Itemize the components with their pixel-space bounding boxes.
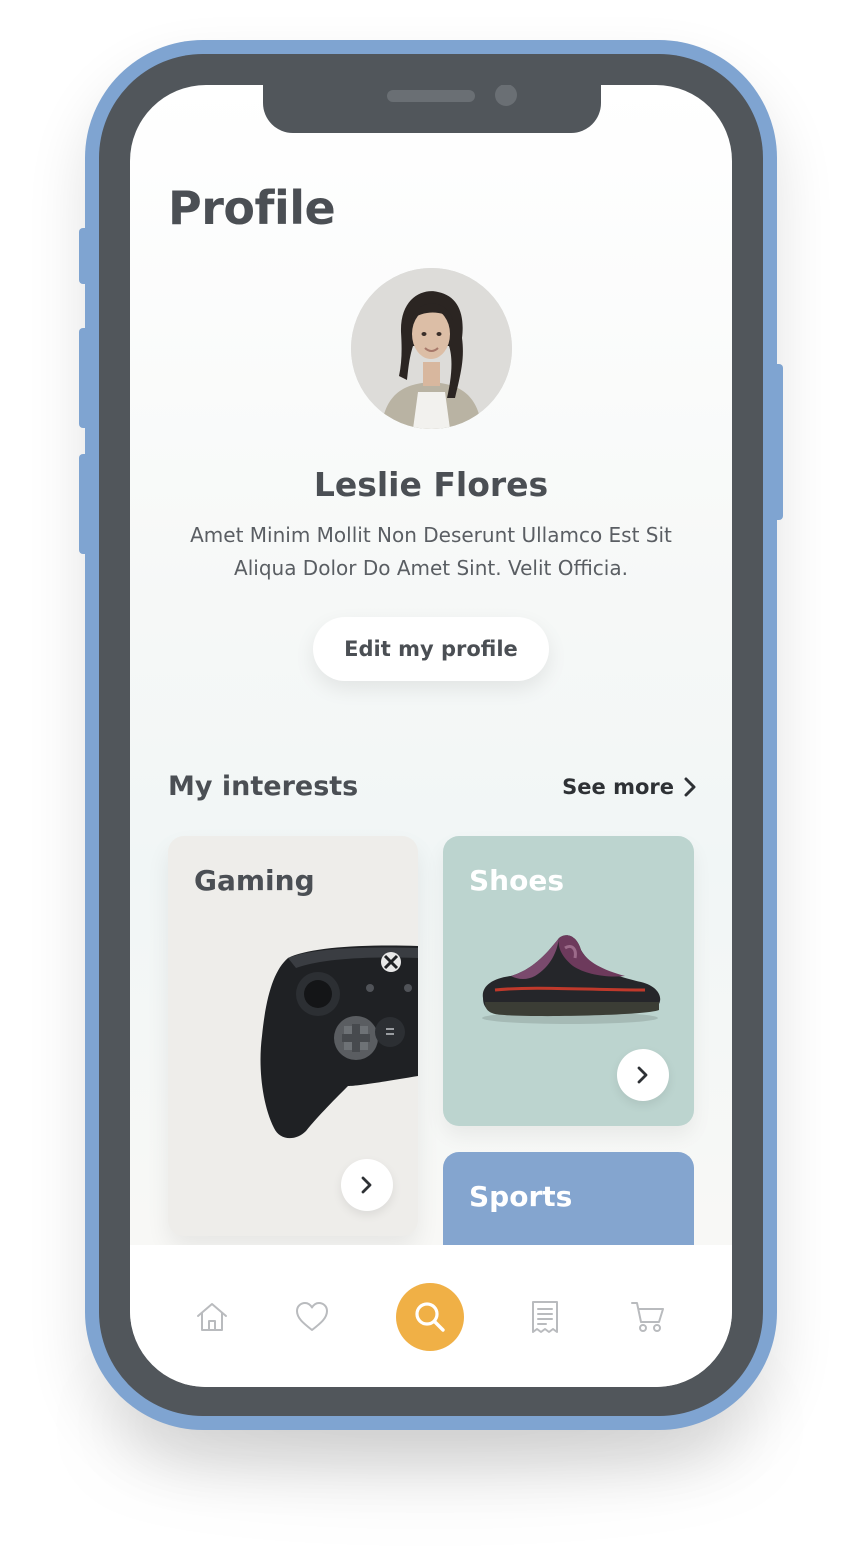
user-bio: Amet Minim Mollit Non Deserunt Ullamco E… xyxy=(190,523,672,580)
edit-profile-button[interactable]: Edit my profile xyxy=(313,617,549,681)
gaming-open-button[interactable] xyxy=(341,1159,393,1211)
see-more-label: See more xyxy=(562,775,674,799)
device-side-button xyxy=(79,454,89,554)
sneaker-image xyxy=(482,935,661,1024)
device-side-button xyxy=(79,228,89,284)
front-camera xyxy=(495,85,517,106)
speaker-grille xyxy=(387,90,475,102)
device-side-button xyxy=(79,328,89,428)
interest-card-shoes[interactable]: Shoes xyxy=(443,836,694,1126)
device-side-button xyxy=(773,364,783,520)
tab-orders[interactable] xyxy=(511,1283,579,1351)
app-screen: Profile Leslie Flores Amet Minim Mollit … xyxy=(130,85,732,1387)
shoes-open-button[interactable] xyxy=(617,1049,669,1101)
page-title: Profile xyxy=(168,181,336,235)
device-notch xyxy=(263,85,601,133)
search-icon xyxy=(415,1302,445,1332)
section-title-interests: My interests xyxy=(168,771,359,802)
tab-search[interactable] xyxy=(396,1283,464,1351)
heart-icon xyxy=(296,1302,328,1331)
see-more-link[interactable]: See more xyxy=(562,775,696,799)
cart-icon xyxy=(631,1302,664,1332)
tab-home[interactable] xyxy=(178,1283,246,1351)
card-label: Shoes xyxy=(469,864,564,897)
tab-bar xyxy=(130,1245,732,1387)
tab-cart[interactable] xyxy=(614,1283,682,1351)
card-label: Sports xyxy=(469,1180,573,1213)
chevron-right-icon xyxy=(361,1176,372,1194)
game-controller-image xyxy=(260,945,418,1139)
receipt-icon xyxy=(532,1301,558,1333)
card-label: Gaming xyxy=(194,864,315,897)
chevron-right-icon xyxy=(637,1066,648,1084)
chevron-right-icon xyxy=(684,777,696,797)
avatar[interactable] xyxy=(351,268,512,429)
user-name: Leslie Flores xyxy=(313,465,549,504)
tab-favorites[interactable] xyxy=(278,1283,346,1351)
avatar-portrait xyxy=(351,268,512,429)
interest-card-gaming[interactable]: Gaming xyxy=(168,836,418,1236)
home-icon xyxy=(197,1303,227,1331)
